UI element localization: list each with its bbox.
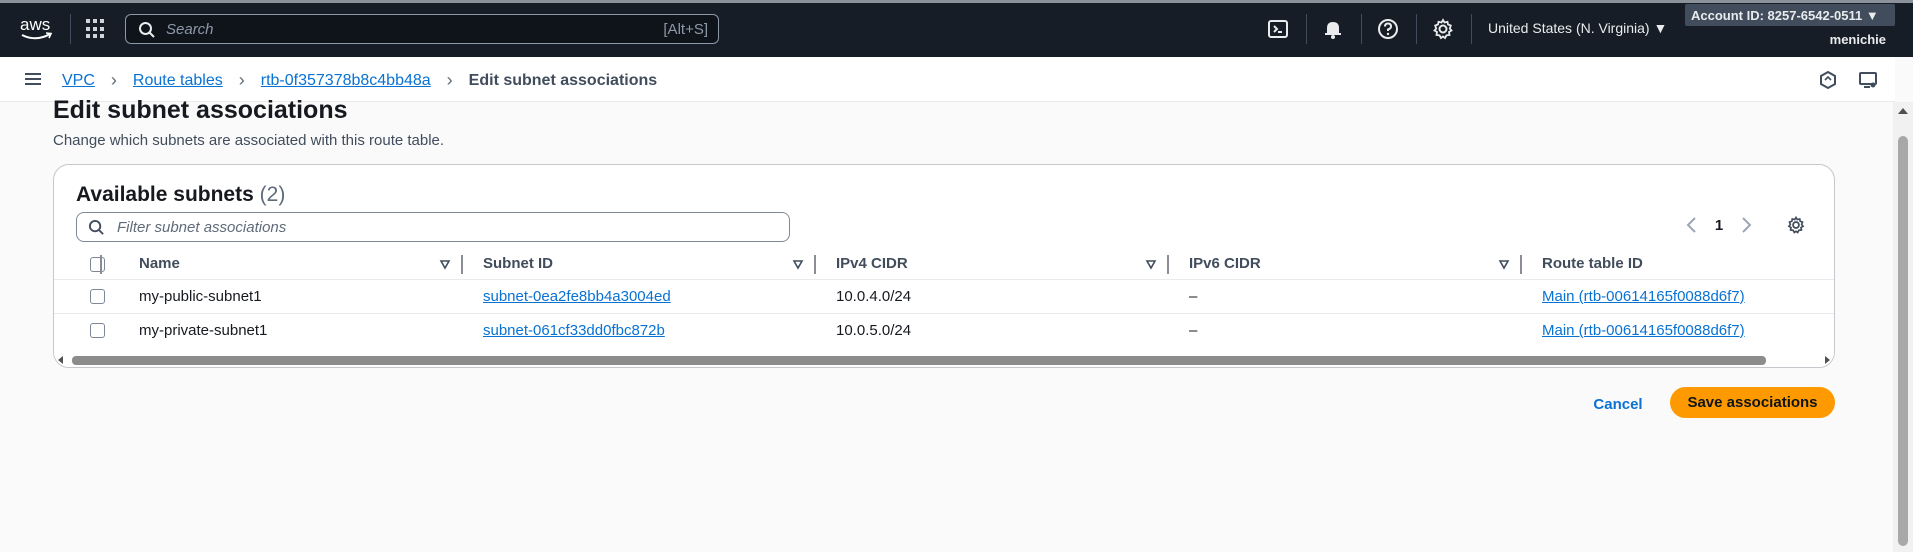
region-selector[interactable]: United States (N. Virginia) ▼ [1488,20,1667,36]
column-label: Name [139,255,180,273]
select-all-cell [54,249,110,280]
account-id-menu[interactable]: Account ID: 8257-6542-0511 ▼ [1685,4,1895,26]
cell-ipv4-cidr: 10.0.4.0/24 [816,279,1169,314]
search-placeholder: Search [166,21,214,38]
top-border [0,0,1913,3]
cloudshell-icon[interactable] [1266,17,1290,41]
table-title: Available subnets (2) [76,183,285,207]
breadcrumb-current: Edit subnet associations [468,71,658,89]
cell-subnet-id: subnet-061cf33dd0fbc872b [463,313,816,347]
notifications-bell-icon[interactable] [1321,17,1345,41]
available-subnets-container: Available subnets (2) Filter subnet asso… [53,164,1835,368]
route-table-link[interactable]: Main (rtb-00614165f0088d6f7) [1542,322,1745,339]
table-title-text: Available subnets [76,183,254,206]
column-label: Route table ID [1542,255,1643,273]
column-header-name[interactable]: Name [110,249,463,280]
cell-name: my-private-subnet1 [139,321,268,339]
breadcrumb-route-table-id[interactable]: rtb-0f357378b8c4bb48a [261,72,431,90]
table-header-row: Name Subnet ID IPv4 CIDR IPv6 CIDR Route… [54,249,1834,280]
row-checkbox[interactable] [90,323,105,339]
hexagon-info-icon[interactable] [1818,70,1838,90]
cell-route-table-id: Main (rtb-00614165f0088d6f7) [1522,279,1834,314]
table-preferences-gear-icon[interactable] [1786,215,1806,235]
search-icon [88,219,104,235]
table-row[interactable]: my-public-subnet1 subnet-0ea2fe8bb4a3004… [54,279,1834,314]
nav-divider [1471,14,1472,44]
column-label: IPv6 CIDR [1189,255,1261,273]
nav-divider [1361,14,1362,44]
username[interactable]: menichie [1830,32,1886,47]
settings-gear-icon[interactable] [1431,17,1455,41]
nav-divider [1306,14,1307,44]
search-shortcut: [Alt+S] [663,21,708,38]
page-number[interactable]: 1 [1702,217,1736,234]
cancel-button[interactable]: Cancel [1582,389,1654,419]
row-checkbox[interactable] [90,289,105,305]
filter-placeholder: Filter subnet associations [117,219,287,236]
search-icon [139,22,155,38]
hamburger-menu-icon[interactable] [24,70,42,88]
nav-divider [1416,14,1417,44]
save-associations-button[interactable]: Save associations [1670,387,1835,418]
aws-logo-text: aws [20,15,50,34]
page-title: Edit subnet associations [53,96,348,124]
subnet-id-link[interactable]: subnet-061cf33dd0fbc872b [483,322,665,339]
chevron-right-icon: › [110,70,117,90]
page-description: Change which subnets are associated with… [53,132,445,149]
scroll-left-arrow-icon[interactable] [58,356,63,364]
top-navigation: aws Search [Alt+S] United States (N. Vir… [0,0,1913,57]
unified-search-input[interactable]: Search [Alt+S] [125,14,719,44]
scrollbar-thumb[interactable] [1898,136,1908,546]
subnets-table: Name Subnet ID IPv4 CIDR IPv6 CIDR Route… [54,249,1834,347]
cell-subnet-id: subnet-0ea2fe8bb4a3004ed [463,279,816,314]
nav-divider [70,14,71,44]
breadcrumb-vpc[interactable]: VPC [62,72,95,90]
services-grid-icon[interactable] [86,19,106,39]
column-separator [100,255,102,274]
cell-ipv4-cidr: 10.0.5.0/24 [836,321,912,339]
column-header-subnet-id[interactable]: Subnet ID [463,249,816,280]
chevron-right-icon: › [446,70,453,90]
table-count: (2) [259,183,286,206]
breadcrumb: VPC › Route tables › rtb-0f357378b8c4bb4… [62,70,657,91]
filter-input[interactable]: Filter subnet associations [76,212,790,242]
sort-caret-icon[interactable] [1145,258,1157,270]
pagination: 1 [1682,215,1756,235]
chevron-left-icon[interactable] [1682,215,1702,235]
vertical-scrollbar[interactable] [1893,102,1913,552]
cell-ipv6-cidr: – [1189,321,1198,339]
sort-caret-icon[interactable] [792,258,804,270]
column-header-ipv6-cidr[interactable]: IPv6 CIDR [1169,249,1522,280]
route-table-link[interactable]: Main (rtb-00614165f0088d6f7) [1542,288,1745,305]
row-select-cell [54,313,110,347]
subnet-id-link[interactable]: subnet-0ea2fe8bb4a3004ed [483,288,671,305]
sort-caret-icon[interactable] [439,258,451,270]
horizontal-scrollbar[interactable] [54,353,1834,367]
chevron-right-icon: › [238,70,245,90]
cell-ipv6-cidr: – [1169,279,1522,314]
chevron-right-icon[interactable] [1736,215,1756,235]
sort-caret-icon[interactable] [1498,258,1510,270]
select-all-checkbox[interactable] [90,256,105,272]
scroll-up-arrow-icon[interactable] [1898,108,1908,114]
column-header-route-table-id[interactable]: Route table ID [1522,249,1834,280]
breadcrumb-route-tables[interactable]: Route tables [133,72,223,90]
column-label: Subnet ID [483,255,553,273]
scroll-right-arrow-icon[interactable] [1825,356,1830,364]
row-select-cell [54,279,110,314]
cell-route-table-id: Main (rtb-00614165f0088d6f7) [1522,313,1834,347]
cell-name: my-public-subnet1 [110,279,463,314]
help-icon[interactable] [1376,17,1400,41]
display-preferences-icon[interactable] [1858,70,1878,90]
scrollbar-thumb[interactable] [72,356,1766,365]
column-header-ipv4-cidr[interactable]: IPv4 CIDR [816,249,1169,280]
table-row[interactable]: my-private-subnet1 subnet-061cf33dd0fbc8… [54,313,1834,347]
column-label: IPv4 CIDR [836,255,908,273]
aws-logo[interactable]: aws [18,14,54,42]
